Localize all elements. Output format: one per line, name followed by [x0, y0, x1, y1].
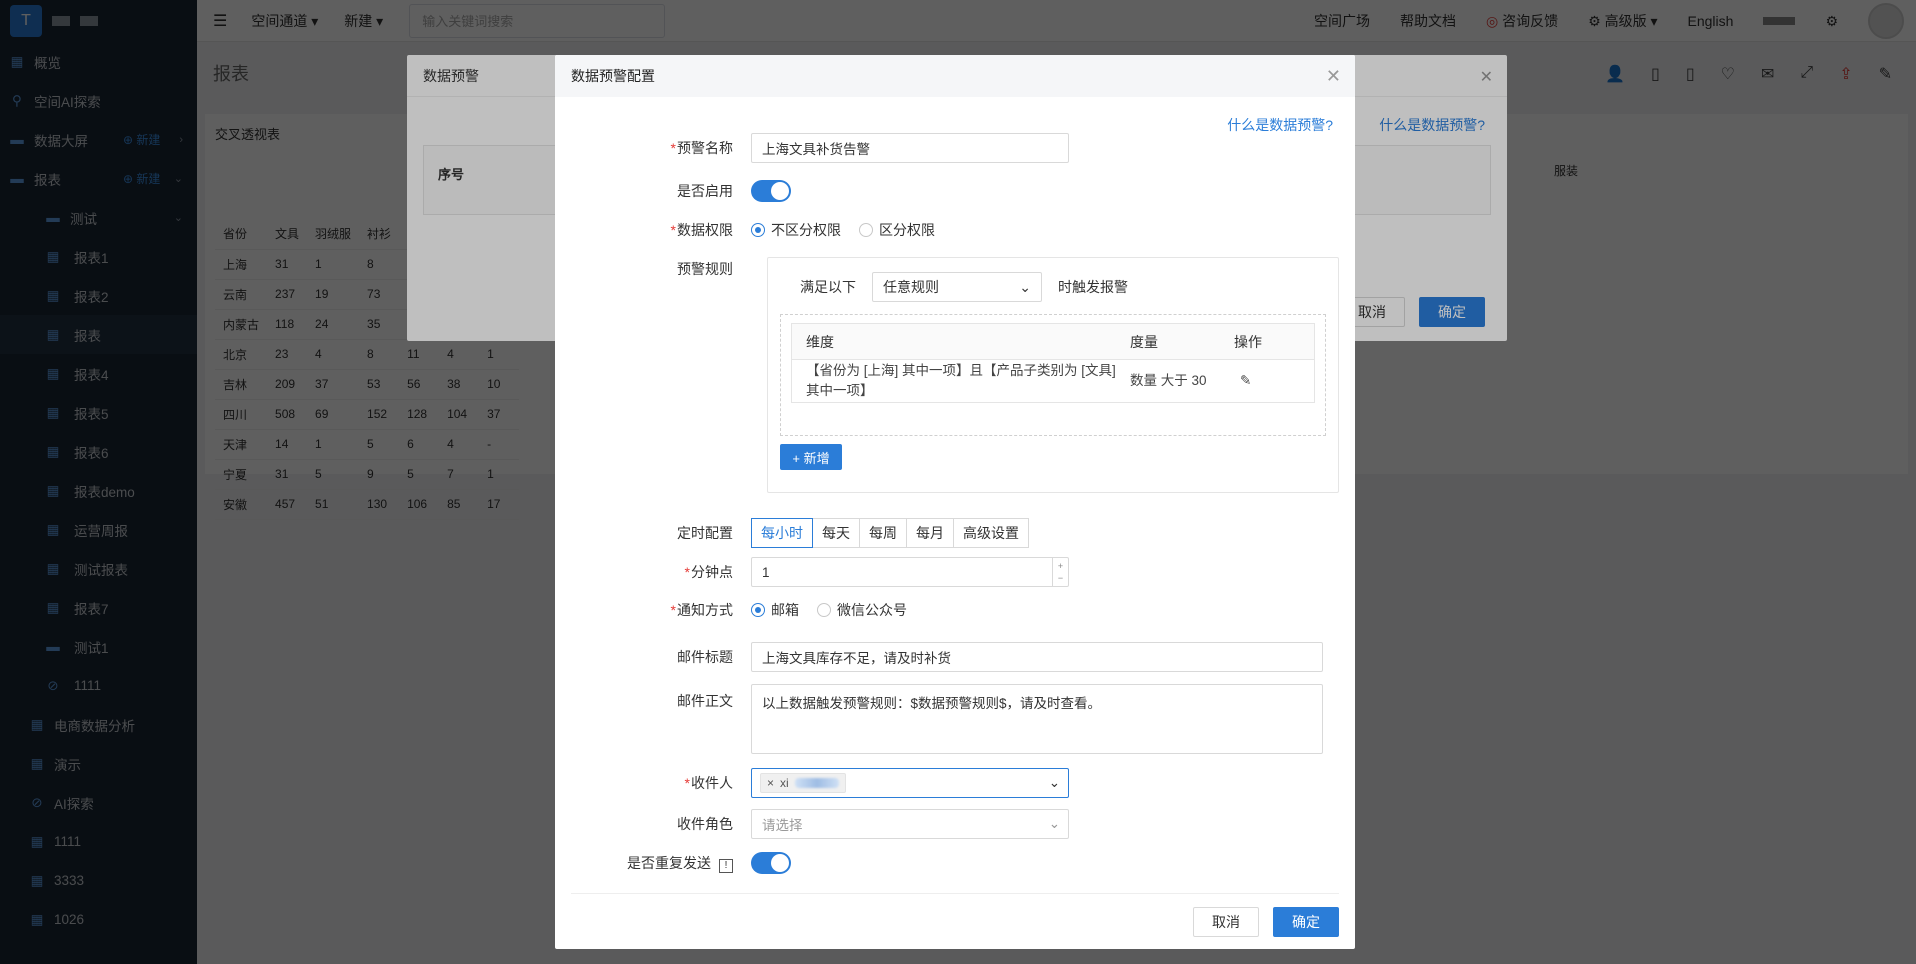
repeat-label: 是否重复发送!: [555, 853, 751, 873]
permission-label: *数据权限: [670, 222, 733, 238]
minus-icon[interactable]: −: [1058, 572, 1063, 584]
alert-name-input[interactable]: 上海文具补货告警: [751, 133, 1069, 163]
select-placeholder: 请选择: [762, 818, 803, 833]
permission-radio-none[interactable]: 不区分权限: [751, 220, 841, 240]
tab-advanced[interactable]: 高级设置: [953, 518, 1029, 548]
mail-title-input[interactable]: 上海文具库存不足，请及时补货: [751, 642, 1323, 672]
recipient-role-row: 收件角色 请选择 ⌄: [555, 809, 1069, 839]
radio-label: 区分权限: [879, 222, 935, 238]
tab-daily[interactable]: 每天: [812, 518, 860, 548]
radio-label: 不区分权限: [771, 222, 841, 238]
notify-label-text: 通知方式: [677, 602, 733, 618]
minute-row: *分钟点 1 + −: [555, 557, 1069, 587]
rules-mode-select[interactable]: 任意规则 ⌄: [872, 272, 1042, 302]
radio-label: 邮箱: [771, 602, 799, 618]
mail-body-row: 邮件正文 以上数据触发预警规则：$数据预警规则$，请及时查看。: [555, 684, 1323, 754]
col-operation: 操作: [1234, 333, 1262, 350]
notify-radio-wechat[interactable]: 微信公众号: [817, 600, 907, 620]
select-value: 任意规则: [883, 279, 939, 295]
enabled-toggle[interactable]: [751, 180, 791, 202]
recipient-row: *收件人 × xi ⌄: [555, 768, 1069, 798]
rules-list-area: 维度 度量 操作 【省份为 [上海] 其中一项】且【产品子类别为 [文具] 其中…: [780, 314, 1326, 436]
chevron-down-icon: ⌄: [1019, 278, 1031, 295]
rules-condition: 满足以下 任意规则 ⌄ 时触发报警: [800, 272, 1128, 302]
alert-config-dialog: 数据预警配置 ✕ 什么是数据预警? *预警名称 上海文具补货告警 是否启用 *数…: [555, 55, 1355, 949]
radio-label: 微信公众号: [837, 602, 907, 618]
plus-icon[interactable]: +: [1058, 560, 1063, 572]
recipient-tag-label: xi: [780, 776, 789, 790]
recipient-label-text: 收件人: [691, 775, 733, 791]
notify-row: *通知方式 邮箱 微信公众号: [555, 600, 925, 620]
recipient-select[interactable]: × xi ⌄: [751, 768, 1069, 798]
tab-hourly[interactable]: 每小时: [751, 518, 813, 548]
close-icon[interactable]: ×: [767, 776, 774, 790]
radio-dot: [859, 223, 873, 237]
rules-prefix: 满足以下: [800, 279, 856, 295]
notify-label: *通知方式: [670, 602, 733, 618]
repeat-toggle[interactable]: [751, 852, 791, 874]
stepper-controls[interactable]: + −: [1052, 558, 1068, 586]
rule-dimension: 【省份为 [上海] 其中一项】且【产品子类别为 [文具] 其中一项】: [806, 363, 1116, 398]
rules-suffix: 时触发报警: [1058, 279, 1128, 295]
mail-body-textarea[interactable]: 以上数据触发预警规则：$数据预警规则$，请及时查看。: [751, 684, 1323, 754]
dialog-footer: 取消 确定: [571, 893, 1339, 949]
minute-value: 1: [762, 564, 770, 580]
recipient-tag: × xi: [760, 773, 846, 793]
minute-label: *分钟点: [684, 564, 733, 580]
info-icon[interactable]: !: [719, 858, 733, 873]
chevron-down-icon: ⌄: [1048, 775, 1060, 790]
alert-name-row: *预警名称 上海文具补货告警: [555, 133, 1069, 163]
recipient-role-label: 收件角色: [677, 816, 733, 832]
recipient-label: *收件人: [684, 775, 733, 791]
alert-name-label: *预警名称: [670, 140, 733, 156]
schedule-row: 定时配置 每小时 每天 每周 每月 高级设置: [555, 518, 1029, 548]
tab-monthly[interactable]: 每月: [906, 518, 954, 548]
mail-body-label: 邮件正文: [677, 693, 733, 709]
edit-icon[interactable]: ✎: [1234, 373, 1314, 389]
confirm-button[interactable]: 确定: [1273, 907, 1339, 937]
radio-dot: [817, 603, 831, 617]
alert-name-label-text: 预警名称: [677, 140, 733, 156]
chevron-down-icon: ⌄: [1048, 816, 1060, 831]
permission-label-text: 数据权限: [677, 222, 733, 238]
rule-measure: 数量 大于 30: [1130, 373, 1207, 388]
minute-label-text: 分钟点: [691, 564, 733, 580]
repeat-label-text: 是否重复发送: [627, 855, 711, 871]
close-icon[interactable]: ✕: [1326, 66, 1341, 87]
enabled-row: 是否启用: [555, 180, 791, 202]
radio-dot: [751, 603, 765, 617]
col-measure: 度量: [1130, 333, 1158, 350]
table-row: 【省份为 [上海] 其中一项】且【产品子类别为 [文具] 其中一项】 数量 大于…: [792, 360, 1314, 402]
mail-title-row: 邮件标题 上海文具库存不足，请及时补货: [555, 642, 1323, 672]
rules-table: 维度 度量 操作 【省份为 [上海] 其中一项】且【产品子类别为 [文具] 其中…: [791, 323, 1315, 403]
cancel-button[interactable]: 取消: [1193, 907, 1259, 937]
mail-title-label: 邮件标题: [677, 649, 733, 665]
recipient-role-select[interactable]: 请选择 ⌄: [751, 809, 1069, 839]
minute-stepper[interactable]: 1 + −: [751, 557, 1069, 587]
rules-table-header: 维度 度量 操作: [792, 324, 1314, 360]
rules-label: 预警规则: [677, 261, 733, 277]
permission-radio-split[interactable]: 区分权限: [859, 220, 935, 240]
enabled-label: 是否启用: [677, 183, 733, 199]
radio-dot: [751, 223, 765, 237]
schedule-label: 定时配置: [677, 525, 733, 541]
repeat-row: 是否重复发送!: [555, 852, 791, 874]
dialog-title: 数据预警配置: [555, 55, 1355, 97]
add-rule-button[interactable]: + 新增: [780, 444, 842, 470]
notify-radio-email[interactable]: 邮箱: [751, 600, 799, 620]
permission-row: *数据权限 不区分权限 区分权限: [555, 220, 953, 240]
schedule-tabs: 每小时 每天 每周 每月 高级设置: [751, 518, 1029, 548]
what-is-alert-link[interactable]: 什么是数据预警?: [1227, 115, 1333, 135]
redacted-name: [794, 778, 839, 788]
rules-row: 预警规则: [555, 259, 751, 279]
tab-weekly[interactable]: 每周: [859, 518, 907, 548]
rules-box: 满足以下 任意规则 ⌄ 时触发报警 维度 度量 操作 【省份为 [上海] 其中一项…: [767, 257, 1339, 493]
col-dimension: 维度: [806, 333, 834, 350]
